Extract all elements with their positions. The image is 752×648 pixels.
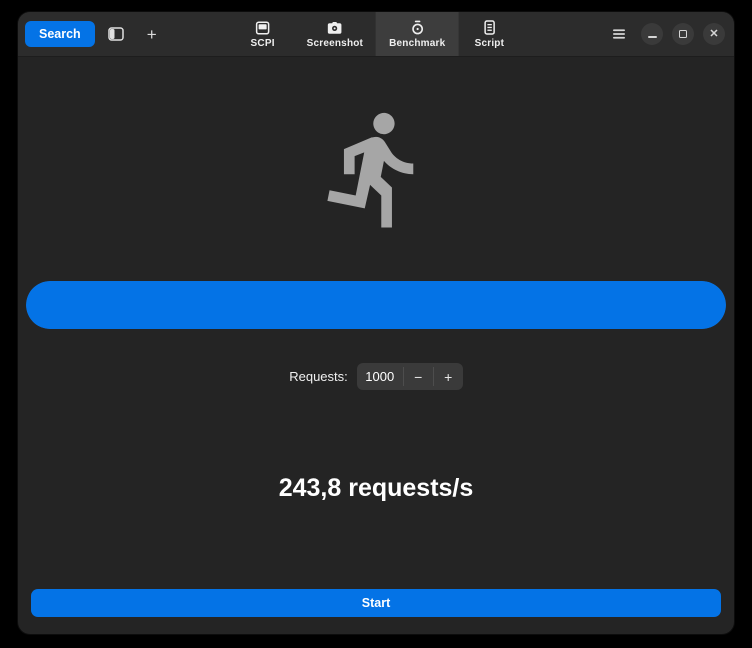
tab-script[interactable]: Script <box>458 12 520 56</box>
maximize-button[interactable] <box>672 23 694 45</box>
header-bar: Search + SCPI Screenshot Benchmark Scrip… <box>18 12 734 57</box>
result-text: 243,8 requests/s <box>278 474 474 502</box>
requests-label: Requests: <box>289 369 348 384</box>
tab-screenshot[interactable]: Screenshot <box>294 12 376 56</box>
tab-label: Benchmark <box>389 37 446 49</box>
header-right-group: ✕ <box>606 20 734 48</box>
progress-fill <box>26 281 726 329</box>
minimize-button[interactable] <box>641 23 663 45</box>
start-button[interactable]: Start <box>31 589 721 617</box>
tab-benchmark[interactable]: Benchmark <box>376 12 459 56</box>
tab-label: Screenshot <box>306 37 364 49</box>
search-button[interactable]: Search <box>25 21 95 47</box>
menu-button[interactable] <box>606 20 632 48</box>
tab-label: Script <box>474 37 505 49</box>
requests-spinner: − + <box>356 363 463 390</box>
benchmark-progress-bar <box>26 281 726 329</box>
requests-input[interactable] <box>356 363 403 390</box>
maximize-icon <box>679 30 687 38</box>
new-tab-button[interactable]: + <box>137 20 167 48</box>
tab-strip: SCPI Screenshot Benchmark Script <box>232 12 521 56</box>
app-window: Search + SCPI Screenshot Benchmark Scrip… <box>18 12 734 634</box>
menu-icon <box>612 28 626 40</box>
increment-button[interactable]: + <box>434 363 463 390</box>
tab-label: SCPI <box>250 37 275 49</box>
header-left-group: Search + <box>18 20 167 48</box>
camera-icon <box>327 20 343 36</box>
runner-icon <box>312 103 440 235</box>
benchmark-page: Requests: − + 243,8 requests/s Start <box>18 57 734 634</box>
tab-scpi[interactable]: SCPI <box>232 12 294 56</box>
minimize-icon <box>647 35 657 38</box>
sidebar-toggle-button[interactable] <box>101 20 131 48</box>
display-icon <box>255 20 271 36</box>
stopwatch-icon <box>409 20 425 36</box>
close-button[interactable]: ✕ <box>703 23 725 45</box>
new-tab-icon: + <box>146 24 157 44</box>
decrement-button[interactable]: − <box>404 363 433 390</box>
sidebar-toggle-icon <box>107 27 124 41</box>
requests-row: Requests: − + <box>289 363 463 390</box>
script-icon <box>482 20 496 36</box>
close-icon: ✕ <box>709 27 719 40</box>
